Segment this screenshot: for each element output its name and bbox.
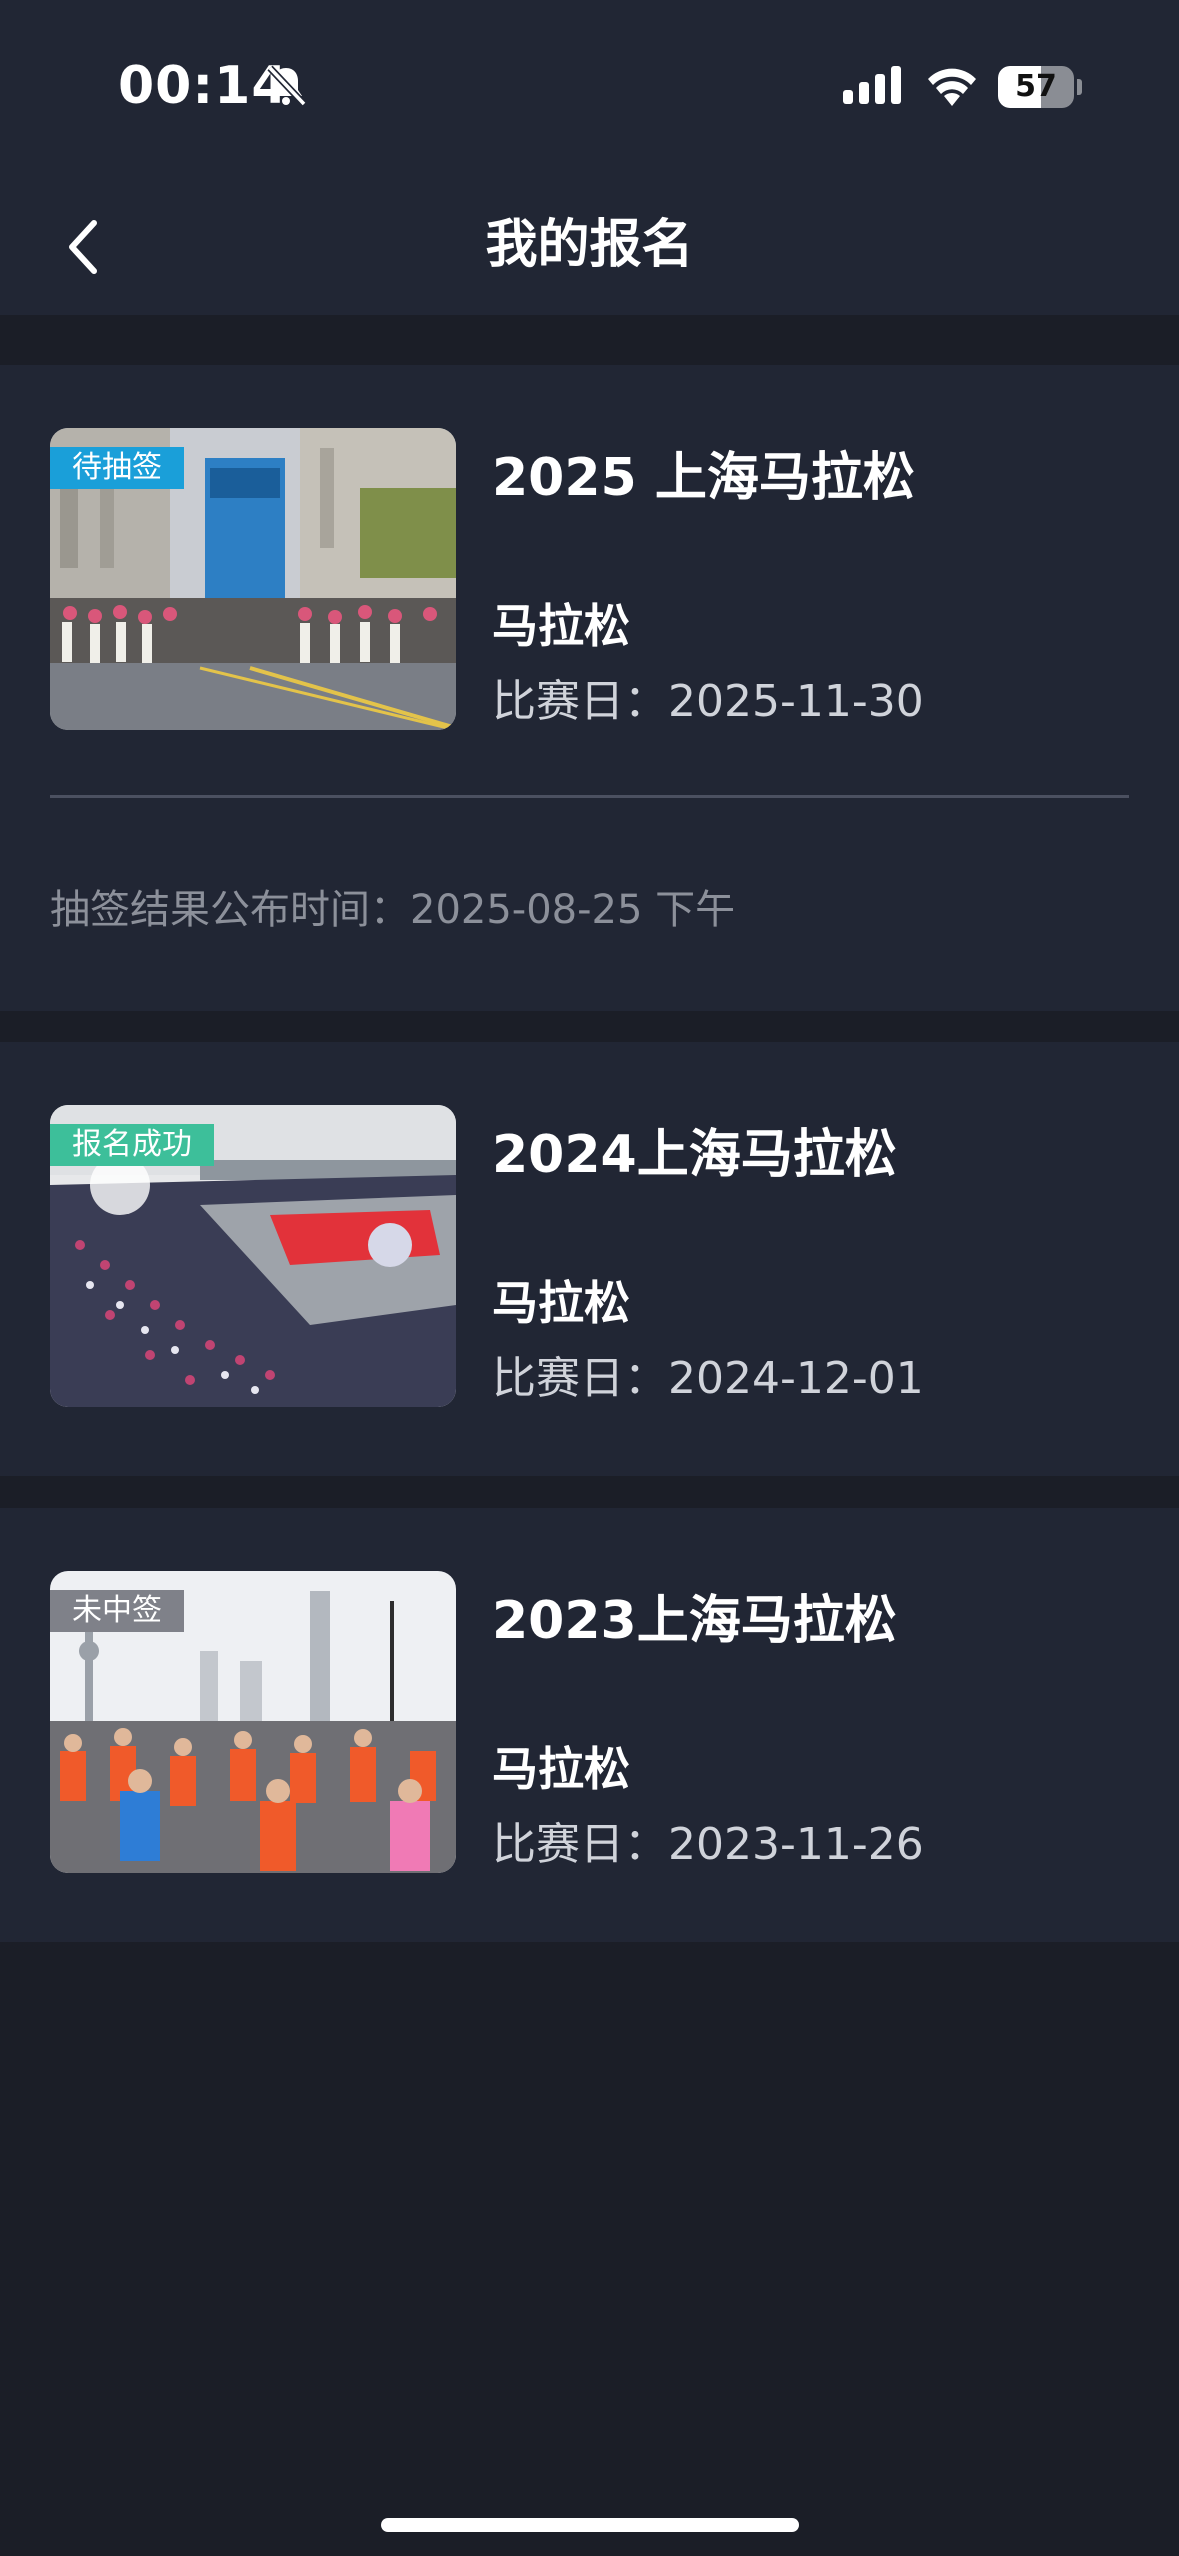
event-title: 2024上海马拉松 xyxy=(492,1125,897,1185)
back-chevron-icon[interactable] xyxy=(60,215,110,279)
status-badge: 报名成功 xyxy=(50,1124,214,1166)
bell-mute-icon xyxy=(267,65,307,107)
event-date: 比赛日：2023-11-26 xyxy=(492,1819,924,1870)
page-title: 我的报名 xyxy=(485,215,694,275)
draw-result-time: 抽签结果公布时间：2025-08-25 下午 xyxy=(50,887,736,933)
divider xyxy=(50,795,1129,798)
event-type: 马拉松 xyxy=(492,1276,630,1330)
event-title: 2025 上海马拉松 xyxy=(492,448,915,508)
event-type: 马拉松 xyxy=(492,599,630,653)
event-type: 马拉松 xyxy=(492,1742,630,1796)
event-card-2025[interactable]: 待抽签 2025 上海马拉松 马拉松 比赛日：2025-11-30 抽签结果公布… xyxy=(0,365,1179,1011)
battery-cap xyxy=(1077,79,1082,95)
battery-percent: 57 xyxy=(1015,69,1057,104)
event-thumbnail: 报名成功 xyxy=(50,1105,456,1407)
status-badge: 未中签 xyxy=(50,1590,184,1632)
status-badge: 待抽签 xyxy=(50,447,184,489)
event-card-2023[interactable]: 未中签 2023上海马拉松 马拉松 比赛日：2023-11-26 xyxy=(0,1508,1179,1942)
event-card-2024[interactable]: 报名成功 2024上海马拉松 马拉松 比赛日：2024-12-01 xyxy=(0,1042,1179,1476)
status-bar: 00:14 57 xyxy=(0,0,1179,175)
battery-indicator: 57 xyxy=(998,66,1082,108)
event-thumbnail: 待抽签 xyxy=(50,428,456,730)
event-date: 比赛日：2024-12-01 xyxy=(492,1353,924,1404)
event-date: 比赛日：2025-11-30 xyxy=(492,676,924,727)
nav-bar: 我的报名 xyxy=(0,175,1179,315)
wifi-icon xyxy=(928,68,976,106)
event-title: 2023上海马拉松 xyxy=(492,1591,897,1651)
home-indicator[interactable] xyxy=(381,2518,799,2532)
battery-body: 57 xyxy=(998,66,1074,108)
event-thumbnail: 未中签 xyxy=(50,1571,456,1873)
cellular-signal-icon xyxy=(843,66,901,104)
